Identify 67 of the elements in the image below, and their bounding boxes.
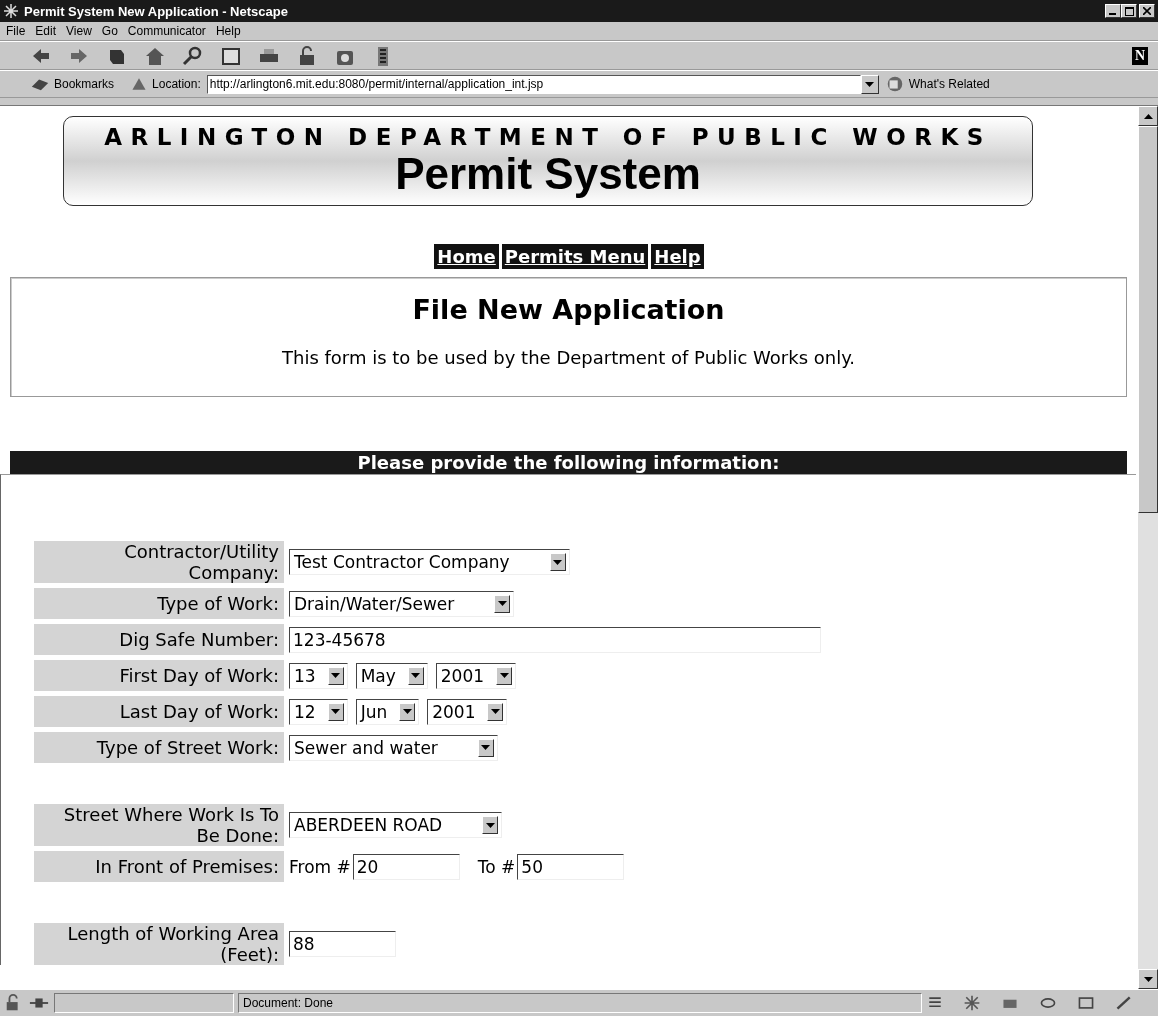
dropdown-arrow-icon — [485, 822, 495, 828]
page-heading: File New Application — [412, 294, 725, 325]
select-field[interactable]: Drain/Water/Sewer — [289, 590, 515, 617]
select-field[interactable]: Jun — [355, 698, 420, 725]
close-icon — [1143, 7, 1151, 15]
status-text: Document: Done — [238, 993, 922, 1013]
nav-link[interactable]: Home — [434, 244, 499, 269]
window-title: Permit System New Application - Netscape — [24, 3, 289, 19]
nav-link[interactable]: Permits Menu — [501, 244, 649, 269]
select-field[interactable]: ABERDEEN ROAD — [289, 812, 503, 838]
menu-item[interactable]: View — [66, 24, 92, 38]
select-field[interactable]: 12 — [289, 698, 348, 725]
select-field[interactable]: 13 — [289, 662, 348, 689]
bookmarks-button[interactable]: Bookmarks — [54, 77, 115, 91]
dropdown-arrow-icon — [497, 601, 507, 606]
search-icon[interactable] — [182, 44, 204, 67]
field-label: Type of Work: — [157, 593, 279, 614]
dropdown-arrow-icon — [411, 673, 421, 678]
intro-text: This form is to be used by the Department of Public Works only. — [282, 347, 855, 368]
scroll-up-icon[interactable] — [1143, 113, 1153, 119]
url-field[interactable]: http://arlington6.mit.edu:8080/permit/internal/application_int.jsp — [206, 74, 861, 94]
dropdown-arrow-icon — [865, 81, 875, 87]
field-label: In Front of Premises: — [95, 856, 279, 877]
dropdown-arrow-icon — [553, 559, 563, 565]
select-field[interactable]: 2001 — [427, 698, 508, 725]
form-header: Please provide the following information: — [10, 451, 1127, 474]
maximize-button[interactable] — [1121, 4, 1137, 18]
scrollbar[interactable] — [1138, 106, 1158, 989]
dropdown-arrow-icon — [402, 709, 412, 714]
input-field[interactable]: 50 — [517, 853, 625, 880]
input-field[interactable]: 123-45678 — [289, 626, 821, 653]
field-label: Type of Street Work: — [96, 737, 279, 758]
app-icon — [3, 3, 19, 19]
select-field[interactable]: May — [355, 662, 428, 689]
dropdown-arrow-icon — [331, 673, 341, 678]
field-label: Contractor/Utility Company: — [123, 541, 279, 583]
menu-item[interactable]: Communicator — [127, 24, 206, 38]
dropdown-arrow-icon — [481, 745, 491, 750]
scroll-down-icon[interactable] — [1143, 976, 1153, 982]
input-field[interactable]: 88 — [289, 931, 396, 957]
menu-item[interactable]: Go — [101, 24, 118, 38]
close-button[interactable] — [1139, 4, 1155, 18]
field-label: First Day of Work: — [119, 665, 279, 686]
menu-item[interactable]: Edit — [35, 24, 57, 38]
field-label: Dig Safe Number: — [119, 629, 279, 650]
menu-item[interactable]: Help — [215, 24, 241, 38]
department-title: ARLINGTON DEPARTMENT OF PUBLIC WORKS — [104, 123, 992, 151]
whats-related-button[interactable]: What's Related — [908, 77, 990, 91]
field-label: Last Day of Work: — [119, 701, 279, 722]
field-label: Length of Working Area (Feet): — [66, 923, 279, 965]
dropdown-arrow-icon — [499, 673, 509, 678]
nav-link[interactable]: Help — [651, 244, 704, 269]
select-field[interactable]: Sewer and water — [289, 734, 498, 761]
minimize-button[interactable] — [1105, 4, 1121, 18]
dropdown-arrow-icon — [331, 709, 341, 714]
location-label: Location: — [152, 77, 201, 91]
browser-logo[interactable]: N — [1131, 46, 1148, 65]
select-field[interactable]: Test Contractor Company — [289, 549, 570, 575]
from-label: From # — [289, 856, 351, 877]
input-field[interactable]: 20 — [352, 853, 460, 880]
maximize-icon — [1124, 6, 1134, 16]
menu-item[interactable]: File — [6, 24, 26, 38]
system-title: Permit System — [395, 151, 701, 197]
select-field[interactable]: 2001 — [435, 662, 517, 689]
field-label: Street Where Work Is To Be Done: — [62, 804, 279, 846]
dropdown-arrow-icon — [490, 709, 500, 714]
to-label: To # — [477, 856, 516, 877]
